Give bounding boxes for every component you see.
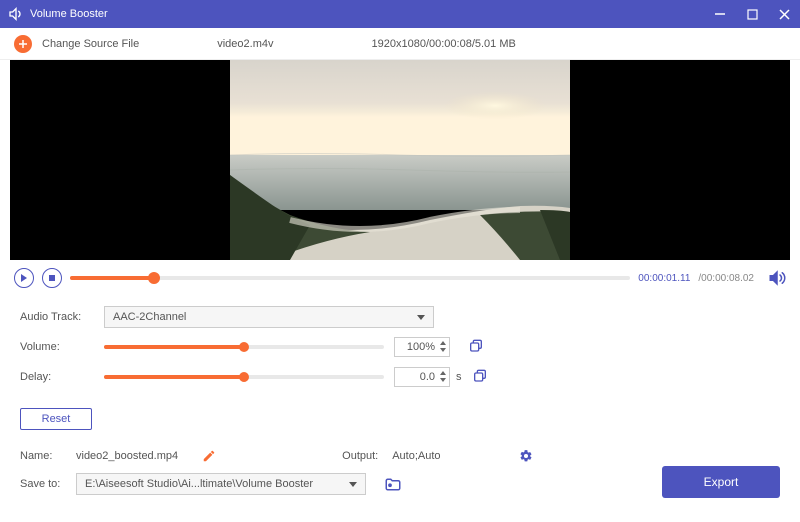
output-value: Auto;Auto — [392, 450, 440, 462]
playback-controls: 00:00:01.11/00:00:08.02 — [0, 260, 800, 296]
change-source-button[interactable] — [14, 35, 32, 53]
volume-down[interactable] — [439, 347, 447, 353]
video-preview[interactable] — [10, 60, 790, 260]
output-label: Output: — [342, 450, 378, 462]
saveto-label: Save to: — [20, 478, 68, 490]
audio-track-value: AAC-2Channel — [113, 311, 186, 323]
chevron-down-icon — [349, 482, 357, 487]
titlebar: Volume Booster — [0, 0, 800, 28]
output-settings-icon[interactable] — [519, 449, 533, 463]
delay-up[interactable] — [439, 370, 447, 376]
delay-value: 0.0 — [420, 371, 435, 383]
app-title: Volume Booster — [30, 8, 712, 20]
volume-reset-icon[interactable] — [468, 339, 484, 355]
audio-track-label: Audio Track: — [20, 311, 104, 323]
volume-up[interactable] — [439, 340, 447, 346]
maximize-button[interactable] — [744, 6, 760, 22]
change-source-label: Change Source File — [42, 38, 139, 50]
close-button[interactable] — [776, 6, 792, 22]
time-total: /00:00:08.02 — [698, 273, 754, 284]
chevron-down-icon — [417, 315, 425, 320]
time-current: 00:00:01.11 — [638, 273, 690, 284]
delay-down[interactable] — [439, 377, 447, 383]
output-name: video2_boosted.mp4 — [76, 450, 178, 462]
saveto-select[interactable]: E:\Aiseesoft Studio\Ai...ltimate\Volume … — [76, 473, 366, 495]
edit-name-icon[interactable] — [202, 449, 216, 463]
app-icon — [8, 6, 24, 22]
delay-unit: s — [456, 371, 462, 383]
play-button[interactable] — [14, 268, 34, 288]
delay-slider[interactable] — [104, 375, 384, 379]
minimize-button[interactable] — [712, 6, 728, 22]
name-label: Name: — [20, 450, 68, 462]
delay-field[interactable]: 0.0 — [394, 367, 450, 387]
output-panel: Name: video2_boosted.mp4 Output: Auto;Au… — [0, 438, 800, 508]
volume-label: Volume: — [20, 341, 104, 353]
stop-button[interactable] — [42, 268, 62, 288]
delay-reset-icon[interactable] — [472, 369, 488, 385]
volume-field[interactable]: 100% — [394, 337, 450, 357]
source-filename: video2.m4v — [217, 38, 273, 50]
video-frame — [230, 60, 570, 260]
volume-value: 100% — [407, 341, 435, 353]
export-button[interactable]: Export — [662, 466, 780, 498]
source-meta: 1920x1080/00:00:08/5.01 MB — [372, 38, 516, 50]
saveto-value: E:\Aiseesoft Studio\Ai...ltimate\Volume … — [85, 478, 313, 490]
volume-slider[interactable] — [104, 345, 384, 349]
audio-track-select[interactable]: AAC-2Channel — [104, 306, 434, 328]
progress-slider[interactable] — [70, 276, 630, 280]
reset-button[interactable]: Reset — [20, 408, 92, 430]
settings-panel: Audio Track: AAC-2Channel Volume: 100% D… — [0, 296, 800, 398]
open-folder-icon[interactable] — [384, 477, 402, 491]
toolbar: Change Source File video2.m4v 1920x1080/… — [0, 28, 800, 60]
window-controls — [712, 6, 792, 22]
volume-icon[interactable] — [768, 269, 786, 287]
delay-label: Delay: — [20, 371, 104, 383]
